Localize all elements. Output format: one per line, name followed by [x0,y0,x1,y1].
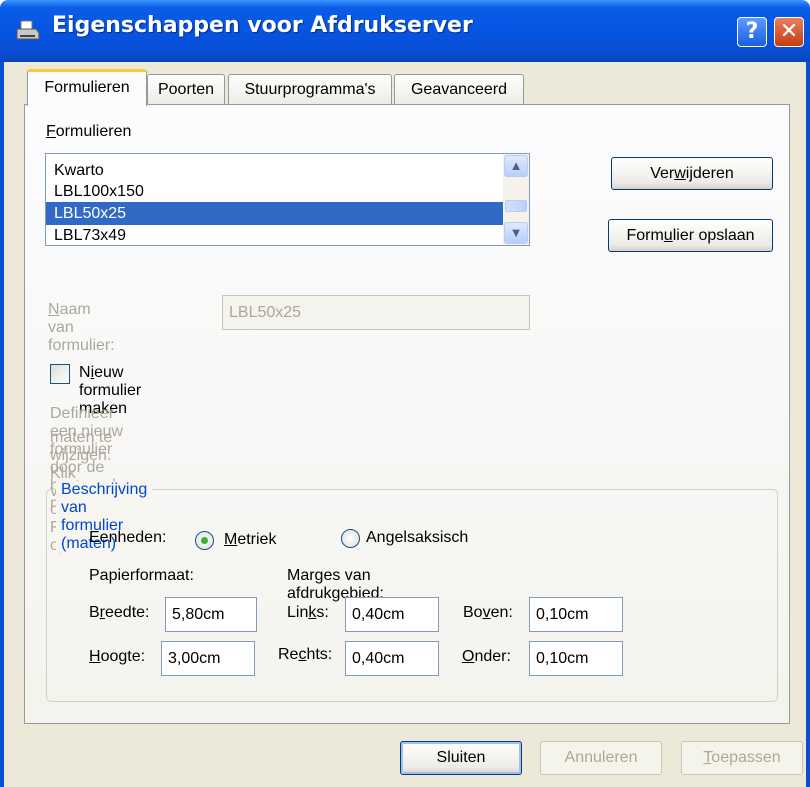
width-label: Breedte: [89,604,150,621]
scroll-up-icon[interactable]: ▲ [504,155,528,177]
left-margin-label: Links: [287,604,329,621]
window-title: Eigenschappen voor Afdrukserver [52,13,473,38]
metric-label[interactable]: Metriek [224,531,276,549]
close-dialog-button[interactable]: Sluiten [400,741,522,775]
forms-list-label: Formulieren [46,123,132,140]
width-input[interactable]: 5,80cm [165,597,257,632]
list-scrollbar[interactable]: ▲ ▼ [503,154,529,245]
top-margin-input[interactable]: 0,10cm [529,597,623,632]
form-name-label: Naam van formulier: [48,301,115,354]
radio-selected-dot [201,537,208,544]
right-margin-label: Rechts: [278,646,333,663]
bottom-margin-label: Onder: [462,648,511,665]
anglo-saxon-label[interactable]: Angelsaksisch [366,529,468,547]
paper-size-label: Papierformaat: [89,567,194,584]
form-name-input[interactable]: LBL50x25 [222,295,530,330]
scroll-thumb[interactable] [505,200,527,212]
new-form-checkbox[interactable] [50,364,70,384]
tab-formulieren[interactable]: Formulieren [27,69,147,106]
help-button[interactable]: ? [737,17,767,47]
apply-button[interactable]: Toepassen [681,741,803,775]
anglo-saxon-radio[interactable] [341,529,360,548]
height-input[interactable]: 3,00cm [161,641,255,676]
save-form-button[interactable]: Formulier opslaan [608,219,773,252]
delete-button[interactable]: Verwijderen [611,157,773,190]
metric-radio[interactable] [195,531,214,550]
tab-poorten[interactable]: Poorten [147,74,225,104]
units-label: Eenheden: [89,529,167,546]
close-button[interactable]: ✕ [774,17,804,47]
top-margin-label: Boven: [463,604,513,621]
bottom-margin-input[interactable]: 0,10cm [529,641,623,676]
cancel-button[interactable]: Annuleren [540,741,662,775]
scroll-down-icon[interactable]: ▼ [504,222,528,244]
list-item[interactable]: LBL73x49 [50,224,504,245]
height-label: Hoogte: [89,648,146,665]
right-margin-input[interactable]: 0,40cm [345,641,439,676]
tab-geavanceerd[interactable]: Geavanceerd [394,74,524,104]
tab-stuurprogrammas[interactable]: Stuurprogramma's [228,74,392,104]
list-item[interactable]: LBL100x150 [50,180,504,203]
forms-listbox[interactable]: Kwarto LBL100x150 LBL50x25 LBL73x49 ▲ ▼ [45,153,530,246]
list-item[interactable]: Kwarto [50,159,504,182]
list-item-selected[interactable]: LBL50x25 [46,202,509,225]
left-margin-input[interactable]: 0,40cm [345,597,439,632]
printer-server-icon [16,20,40,42]
